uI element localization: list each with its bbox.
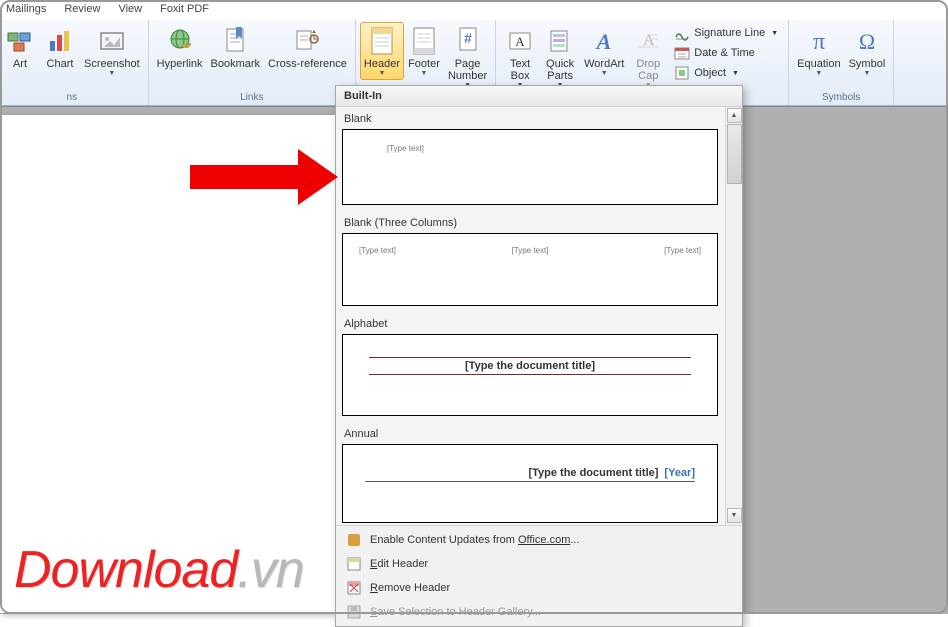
edit-header[interactable]: Edit Header [336, 552, 742, 576]
header-gallery-dropdown: Built-In Blank [Type text] Blank (Three … [335, 85, 743, 627]
chevron-down-icon: ▼ [108, 70, 115, 77]
quickparts-button[interactable]: Quick Parts ▼ [540, 22, 580, 92]
edit-header-icon [346, 556, 362, 572]
tab-mailings[interactable]: Mailings [6, 3, 46, 20]
object-button[interactable]: Object ▼ [671, 63, 781, 83]
pagenumber-icon: # [452, 25, 484, 57]
svg-text:Ω: Ω [859, 29, 875, 54]
crossref-button[interactable]: Cross-reference [264, 22, 351, 73]
gallery-item-annual[interactable]: [Type the document title] [Year] [342, 444, 718, 523]
svg-text:π: π [813, 29, 825, 55]
smartart-button[interactable]: Art [0, 22, 40, 73]
gallery-item-blank-three[interactable]: [Type text] [Type text] [Type text] [342, 233, 718, 306]
dropcap-icon: A [632, 25, 664, 57]
gallery-scrollbar[interactable]: ▲ ▼ [725, 107, 742, 525]
gallery-item-label: Blank [342, 109, 718, 129]
chevron-down-icon: ▼ [815, 70, 822, 77]
remove-header[interactable]: Remove Header [336, 576, 742, 600]
tab-foxit[interactable]: Foxit PDF [160, 3, 209, 20]
symbol-icon: Ω [851, 25, 883, 57]
crossref-icon [291, 25, 323, 57]
header-button[interactable]: Header ▼ [360, 22, 404, 80]
hyperlink-button[interactable]: Hyperlink [153, 22, 207, 73]
screenshot-button[interactable]: Screenshot ▼ [80, 22, 144, 80]
dropcap-button[interactable]: A Drop Cap ▼ [628, 22, 668, 92]
gallery-item-blank[interactable]: [Type text] [342, 129, 718, 205]
screenshot-icon [96, 25, 128, 57]
remove-header-icon [346, 580, 362, 596]
header-icon [366, 25, 398, 57]
chevron-down-icon: ▼ [771, 30, 778, 37]
gallery-category: Built-In [336, 86, 742, 107]
tab-review[interactable]: Review [64, 3, 100, 20]
gallery-item-label: Annual [342, 424, 718, 444]
annotation-arrow [190, 145, 340, 205]
signature-icon [674, 25, 690, 41]
wordart-button[interactable]: A WordArt ▼ [580, 22, 628, 80]
scroll-up-icon[interactable]: ▲ [727, 108, 742, 123]
scroll-thumb[interactable] [727, 124, 742, 184]
signatureline-button[interactable]: Signature Line ▼ [671, 23, 781, 43]
chevron-down-icon: ▼ [601, 70, 608, 77]
gallery-item-label: Blank (Three Columns) [342, 213, 718, 233]
gallery-item-label: Alphabet [342, 314, 718, 334]
enable-content-updates[interactable]: Enable Content Updates from Office.com..… [336, 528, 742, 552]
chart-icon [44, 25, 76, 57]
save-to-gallery: Save Selection to Header Gallery... [336, 600, 742, 624]
smartart-icon [4, 25, 36, 57]
footer-icon [408, 25, 440, 57]
footer-button[interactable]: Footer ▼ [404, 22, 444, 80]
gallery-item-alphabet[interactable]: [Type the document title] [342, 334, 718, 416]
bookmark-icon [219, 25, 251, 57]
equation-icon: π [803, 25, 835, 57]
hyperlink-icon [164, 25, 196, 57]
svg-text:A: A [515, 34, 525, 49]
tab-view[interactable]: View [118, 3, 142, 20]
textbox-button[interactable]: A Text Box ▼ [500, 22, 540, 92]
textbox-icon: A [504, 25, 536, 57]
chevron-down-icon: ▼ [421, 70, 428, 77]
bookmark-button[interactable]: Bookmark [207, 22, 265, 73]
chart-button[interactable]: Chart [40, 22, 80, 73]
equation-button[interactable]: π Equation ▼ [793, 22, 844, 80]
watermark: Download.vn [14, 540, 304, 600]
chevron-down-icon: ▼ [863, 70, 870, 77]
svg-text:#: # [464, 30, 472, 46]
datetime-button[interactable]: Date & Time [671, 43, 781, 63]
chevron-down-icon: ▼ [378, 70, 385, 77]
wordart-icon: A [588, 25, 620, 57]
quickparts-icon [544, 25, 576, 57]
pagenumber-button[interactable]: # Page Number ▼ [444, 22, 491, 92]
scroll-down-icon[interactable]: ▼ [727, 508, 742, 523]
save-icon [346, 604, 362, 620]
svg-text:A: A [595, 29, 612, 54]
symbol-button[interactable]: Ω Symbol ▼ [845, 22, 890, 80]
chevron-down-icon: ▼ [732, 70, 739, 77]
datetime-icon [674, 45, 690, 61]
office-icon [346, 532, 362, 548]
object-icon [674, 65, 690, 81]
